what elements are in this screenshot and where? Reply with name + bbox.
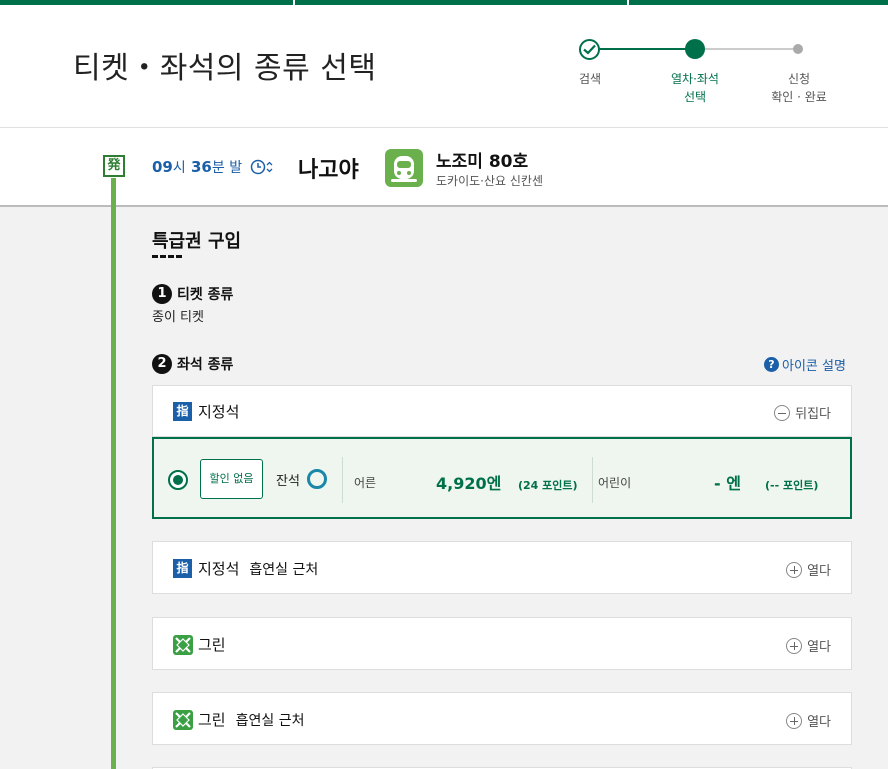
child-points: (-- 포인트) (765, 479, 819, 492)
ticket-type-label: 티켓 종류 (177, 287, 234, 303)
train-name: 노조미 80호 (436, 152, 529, 172)
step-label-line: 열차·좌석 (671, 72, 719, 86)
departure-time: 09시 36분 발 (152, 157, 242, 177)
dep-hour-unit: 시 (172, 160, 186, 176)
step-label-train-seat: 열차·좌석 선택 (658, 70, 732, 106)
price-divider (592, 457, 593, 503)
seat-card-title: 그린 (198, 711, 226, 729)
expand-toggle[interactable]: 열다 (786, 636, 831, 655)
dep-hour: 09 (152, 158, 173, 176)
train-info-bar: 発 09시 36분 발 나고야 노조미 80호 도카이도·산요 신칸센 (0, 128, 888, 207)
green-car-icon (173, 634, 193, 655)
minus-circle-icon (774, 404, 791, 421)
seat-card-header: 그린 흡연실 근처 (173, 709, 304, 730)
timeline-line (111, 178, 116, 769)
seat-card-green-smoking[interactable]: 그린 흡연실 근처 열다 (152, 692, 852, 745)
seat-card-subtitle: 흡연실 근처 (235, 712, 305, 729)
step-current-dot (685, 39, 705, 59)
plus-circle-icon (786, 712, 803, 729)
fare-radio-button[interactable] (168, 470, 188, 490)
icon-help-label: 아이콘 설명 (782, 359, 846, 374)
discount-button[interactable]: 할인 없음 (200, 459, 263, 499)
step-label-apply: 신청 확인 · 완료 (760, 70, 838, 106)
green-car-icon (173, 709, 193, 730)
departure-marker: 発 (103, 155, 125, 177)
step-line-todo (695, 48, 798, 50)
icon-help-link[interactable]: ? 아이콘 설명 (764, 355, 846, 374)
seat-card-title: 지정석 (198, 560, 240, 578)
step-label-search: 검색 (578, 72, 602, 86)
dep-minute: 36 (191, 158, 212, 176)
step-number-icon: 1 (152, 284, 172, 304)
adult-points: (24 포인트) (518, 479, 578, 492)
ticket-type-heading: 1 티켓 종류 (152, 284, 233, 304)
seat-card-header: 指 지정석 (173, 401, 239, 422)
price-divider (342, 457, 343, 503)
page-title: 티켓・좌석의 종류 선택 (73, 51, 377, 86)
expand-toggle[interactable]: 열다 (786, 711, 831, 730)
dep-minute-unit: 분 발 (211, 160, 243, 176)
expand-toggle[interactable]: 열다 (786, 560, 831, 579)
progress-stepper: 검색 열차·좌석 선택 신청 확인 · 완료 (548, 35, 848, 115)
availability-circle-icon (307, 469, 327, 489)
train-icon (385, 149, 423, 187)
ticket-type-value: 종이 티켓 (152, 310, 204, 325)
toggle-label: 열다 (807, 640, 831, 655)
destination: 나고야 (298, 158, 359, 183)
seat-card-title: 지정석 (198, 403, 240, 421)
adult-label: 어른 (354, 476, 377, 490)
section-title-underline (152, 255, 182, 258)
step-line-done (590, 48, 695, 50)
plus-circle-icon (786, 561, 803, 578)
plus-circle-icon (786, 637, 803, 654)
child-price: - 엔 (714, 474, 741, 493)
help-icon: ? (764, 357, 779, 372)
collapse-toggle[interactable]: 뒤집다 (774, 403, 831, 422)
toggle-label: 열다 (807, 564, 831, 579)
seat-card-title: 그린 (198, 636, 226, 654)
step-check-icon (579, 39, 600, 60)
reserved-seat-icon: 指 (173, 402, 192, 421)
step-label-line: 확인 · 완료 (771, 90, 827, 104)
step-label-line: 선택 (683, 90, 707, 104)
toggle-label: 뒤집다 (795, 407, 831, 422)
clock-sort-icon[interactable] (250, 158, 274, 176)
seat-card-subtitle: 흡연실 근처 (249, 561, 319, 578)
toggle-label: 열다 (807, 715, 831, 730)
seat-card-reserved: 指 지정석 뒤집다 (152, 385, 852, 437)
availability-label: 잔석 (276, 474, 300, 489)
child-label: 어린이 (598, 476, 632, 490)
seat-card-header: 그린 (173, 634, 226, 655)
seat-type-heading: 2 좌석 종류 (152, 354, 233, 374)
section-title: 특급권 구입 (152, 231, 242, 252)
page-header: 티켓・좌석의 종류 선택 검색 열차·좌석 선택 신청 확인 · 완료 (0, 5, 888, 128)
seat-type-label: 좌석 종류 (177, 357, 234, 373)
reserved-seat-icon: 指 (173, 559, 192, 578)
adult-price: 4,920엔 (436, 474, 502, 493)
seat-card-header: 指 지정석 흡연실 근처 (173, 558, 318, 579)
step-label-line: 신청 (787, 72, 811, 86)
seat-card-reserved-smoking[interactable]: 指 지정석 흡연실 근처 열다 (152, 541, 852, 594)
seat-card-green[interactable]: 그린 열다 (152, 617, 852, 670)
step-todo-dot (793, 44, 803, 54)
train-line: 도카이도·산요 신칸센 (436, 174, 543, 188)
fare-option-row[interactable]: 할인 없음 잔석 어른 4,920엔 (24 포인트) 어린이 - 엔 (-- … (152, 437, 852, 519)
step-number-icon: 2 (152, 354, 172, 374)
